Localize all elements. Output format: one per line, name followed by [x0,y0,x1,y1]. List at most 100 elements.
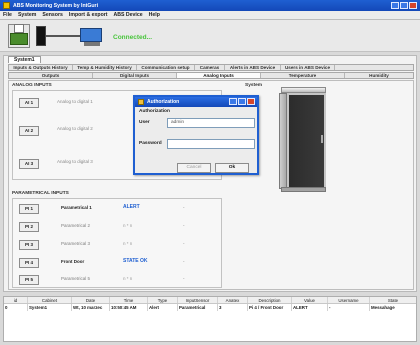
table-header: id Cabinet Date Time Type InputSensor An… [4,297,416,304]
user-field[interactable]: admin [167,118,255,128]
tab-row-filler [335,65,413,70]
tab-outputs[interactable]: Outputs [9,73,93,78]
cell-time: 10:50:45 AM [110,304,148,311]
col-username[interactable]: Username [328,297,370,303]
pi-5-value: - [183,276,185,281]
dialog-maximize-button[interactable] [238,98,246,105]
dialog-minimize-button[interactable] [229,98,237,105]
pi-1-value: - [183,205,185,210]
menu-system[interactable]: System [18,12,36,18]
pi-4-value: - [183,259,185,264]
tab-temp-humidity-history[interactable]: Temp & Humidity History [73,65,137,70]
tab-analog-inputs[interactable]: Analog Inputs [177,73,261,78]
ai-2-button[interactable]: AI 2 [19,126,39,136]
tab-row-io: Outputs Digital Inputs Analog Inputs Tem… [8,72,414,79]
menu-abs-device[interactable]: ABS Device [114,12,143,18]
cell-cabinet: System1 [28,304,72,311]
pi-3-status: n * n [123,241,133,246]
dialog-close-button[interactable] [247,98,255,105]
cell-description: Pi 4 / Front Door [248,304,292,311]
password-label: Password [139,141,162,146]
cell-anatex: 3 [218,304,248,311]
pi-4-name: Front Door [61,259,85,264]
parametrical-inputs-title: PARAMETRICAL INPUTS [12,191,69,196]
col-input-sensor[interactable]: InputSensor [178,297,218,303]
col-anatex[interactable]: Anatex [218,297,248,303]
password-field[interactable] [167,139,255,149]
col-value[interactable]: Value [292,297,328,303]
col-id[interactable]: id [4,297,28,303]
pi-3-button[interactable]: PI 3 [19,240,39,250]
menu-help[interactable]: Help [149,12,160,18]
pi-1-name: Parametrical 1 [61,205,92,210]
pi-2-value: - [183,223,185,228]
col-cabinet[interactable]: Cabinet [28,297,72,303]
ai-1-button[interactable]: AI 1 [19,98,39,108]
pi-4-status: STATE OK [123,258,148,264]
event-log-table: id Cabinet Date Time Type InputSensor An… [3,296,417,342]
pi-3-name: Parametrical 3 [61,241,91,246]
toolbar: Connected... [0,20,420,52]
cell-state: Messahage [371,305,395,310]
pi-5-name: Parametrical 5 [61,276,91,281]
server-cabinet-image [279,87,328,193]
pi-4-button[interactable]: PI 4 [19,258,39,268]
ai-2-label: Analog to digital 2 [57,126,93,131]
user-label: User [139,120,150,125]
col-time[interactable]: Time [110,297,148,303]
ok-button[interactable]: Ok [215,163,249,173]
tab-communication-setup[interactable]: Communication setup [137,65,195,70]
pi-5-button[interactable]: PI 5 [19,275,39,285]
window-title: ABS Monitoring System by IntGuri [13,2,99,9]
connection-status: Connected... [113,34,153,41]
dialog-heading: Authorization [139,109,170,114]
menu-bar: File System Sensors Import & export ABS … [0,11,420,20]
menu-import-export[interactable]: Import & export [69,12,108,18]
pi-2-name: Parametrical 2 [61,223,91,228]
pi-1-button[interactable]: PI 1 [19,204,39,214]
close-button[interactable] [409,2,417,9]
cell-id: 0 [4,304,28,311]
tab-users-in-abs-device[interactable]: Users in ABS Device [281,65,335,70]
col-description[interactable]: Description [248,297,292,303]
tab-cameras[interactable]: Cameras [195,65,225,70]
tab-humidity[interactable]: Humidity [345,73,413,78]
maximize-button[interactable] [400,2,408,9]
pi-2-status: n * n [123,223,133,228]
pi-1-status: ALERT [123,204,140,210]
parametrical-inputs-group: PI 1 Parametrical 1 ALERT - PI 2 Paramet… [12,198,222,288]
printer-icon[interactable] [8,24,30,48]
tab-alerts-in-abs-device[interactable]: Alerts in ABS Device [225,65,281,70]
pi-2-button[interactable]: PI 2 [19,222,39,232]
col-type[interactable]: Type [148,297,178,303]
pi-5-status: n * n [123,276,133,281]
tab-digital-inputs[interactable]: Digital Inputs [93,73,177,78]
menu-file[interactable]: File [3,12,12,18]
ai-3-button[interactable]: AI 3 [19,159,39,169]
cell-type: Alert [148,304,178,311]
col-date[interactable]: Date [72,297,110,303]
cell-value: ALERT [292,304,328,311]
tab-row-history: Inputs & Outputs History Temp & Humidity… [8,64,414,71]
analog-inputs-title: ANALOG INPUTS [12,83,52,88]
ai-1-label: Analog to digital 1 [57,99,93,104]
system-title: System [245,83,263,88]
tab-temperature[interactable]: Temperature [261,73,345,78]
ai-3-label: Analog to digital 3 [57,159,93,164]
cancel-button[interactable]: Cancel [177,163,211,173]
col-state[interactable]: State [370,297,416,303]
minimize-button[interactable] [391,2,399,9]
key-icon [138,99,144,105]
cell-input-sensor: Parametrical [178,304,218,311]
tab-inputs-outputs-history[interactable]: Inputs & Outputs History [9,65,73,70]
cell-date: Wt, 10 marzec [72,304,110,311]
app-icon [3,2,10,9]
title-bar: ABS Monitoring System by IntGuri [0,0,420,11]
authorization-dialog: Authorization Authorization User admin P… [133,95,259,175]
tab-system1[interactable]: System1 [8,56,41,63]
table-row[interactable]: 0 System1 Wt, 10 marzec 10:50:45 AM Aler… [4,304,416,311]
connection-icon[interactable] [36,24,106,48]
menu-sensors[interactable]: Sensors [42,12,62,18]
cell-username: - [328,304,370,311]
window-controls [391,2,417,9]
